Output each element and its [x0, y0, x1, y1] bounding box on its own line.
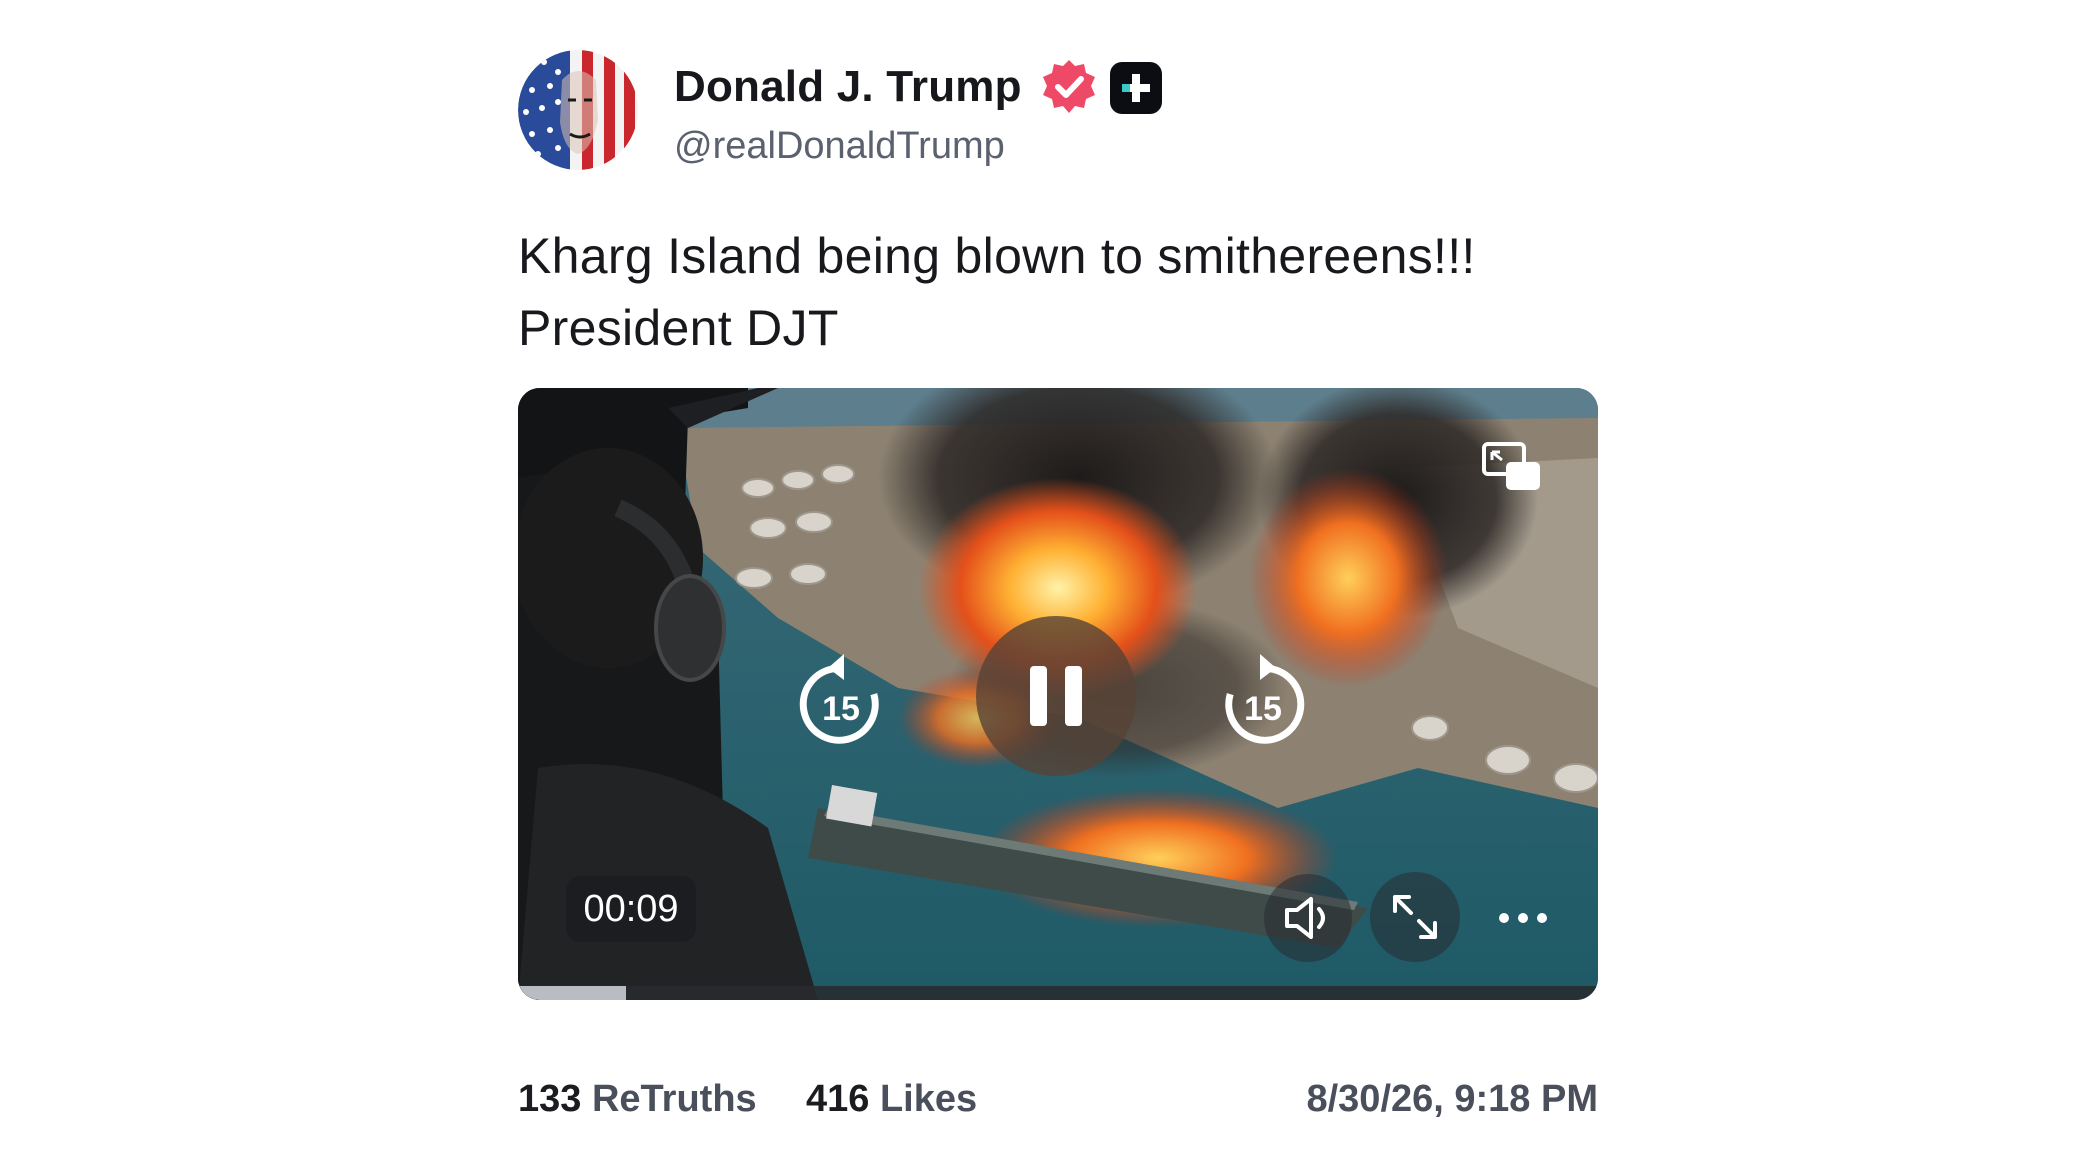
more-dots-icon — [1499, 913, 1547, 923]
pause-icon — [1030, 666, 1082, 726]
likes-count: 416 — [806, 1078, 870, 1120]
post-text-line: Kharg Island being blown to smithereens!… — [518, 228, 1476, 284]
likes-label: Likes — [879, 1078, 978, 1120]
fullscreen-button[interactable] — [1370, 872, 1460, 962]
flag-portrait-avatar-icon — [518, 50, 638, 170]
forward-15-button[interactable]: 15 — [1218, 648, 1308, 748]
post-text-line: President DJT — [518, 300, 839, 356]
pause-button[interactable] — [976, 616, 1136, 776]
retruths-count: 133 — [518, 1078, 582, 1120]
rewind-15-button[interactable]: 15 — [796, 648, 886, 748]
speaker-icon — [1285, 897, 1325, 939]
expand-icon — [1393, 895, 1437, 939]
volume-button[interactable] — [1264, 874, 1352, 962]
rewind-15-icon: 15 — [799, 654, 879, 744]
avatar[interactable] — [518, 50, 638, 170]
user-handle[interactable]: @realDonaldTrump — [674, 125, 1005, 168]
display-name[interactable]: Donald J. Trump — [674, 62, 1022, 112]
likes-stat[interactable]: 416 Likes — [806, 1078, 977, 1121]
forward-15-icon: 15 — [1225, 654, 1305, 744]
video-progress-fill — [518, 986, 626, 1000]
video-progress-bar[interactable] — [518, 986, 1598, 1000]
retruths-stat[interactable]: 133 ReTruths — [518, 1078, 757, 1121]
rewind-seconds-label: 15 — [822, 690, 860, 728]
picture-in-picture-icon — [1482, 442, 1540, 490]
post-text: Kharg Island being blown to smithereens!… — [518, 220, 1598, 364]
picture-in-picture-button[interactable] — [1476, 436, 1548, 498]
post-stats: 133 ReTruths 416 Likes 8/30/26, 9:18 PM — [518, 1078, 1598, 1128]
retruths-label: ReTruths — [591, 1078, 757, 1120]
more-options-button[interactable] — [1478, 874, 1568, 962]
video-timecode: 00:09 — [566, 876, 696, 942]
truth-post: Donald J. Trump @realDonaldTrump Kharg I… — [518, 50, 1598, 1130]
verified-badge-icon — [1043, 60, 1095, 113]
video-player[interactable]: 15 15 00:09 — [518, 388, 1598, 1000]
post-timestamp[interactable]: 8/30/26, 9:18 PM — [1306, 1078, 1598, 1121]
forward-seconds-label: 15 — [1244, 690, 1282, 728]
truth-plus-icon — [1110, 62, 1162, 114]
